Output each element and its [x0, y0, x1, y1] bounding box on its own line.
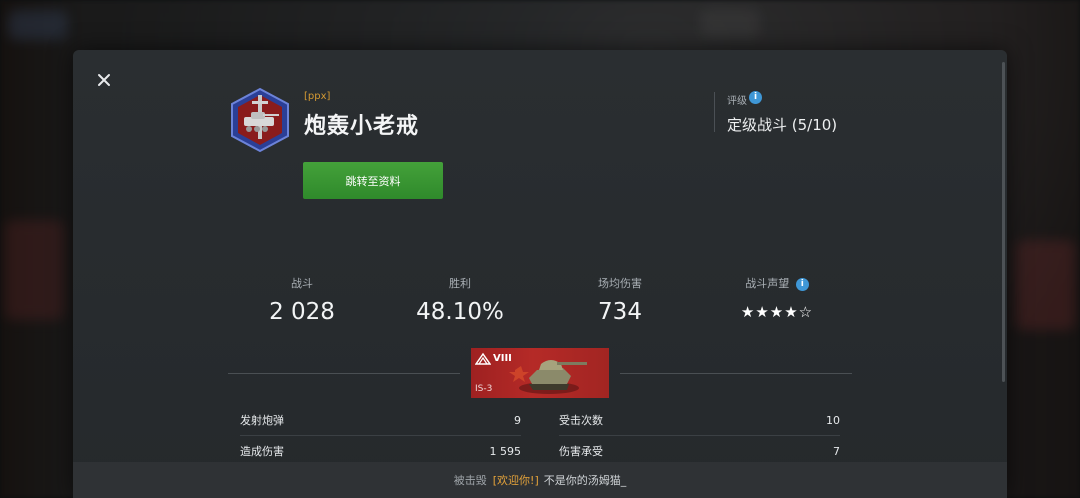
stat-avg-damage: 场均伤害 734 [570, 275, 670, 325]
go-to-profile-button[interactable]: 跳转至资料 [303, 162, 443, 199]
message-clan-tag: [欢迎你!] [492, 474, 539, 487]
background-shape [1015, 240, 1075, 330]
stat-value: 2 028 [269, 299, 335, 325]
message-prefix: 被击毁 [453, 474, 487, 487]
close-button[interactable] [94, 70, 114, 90]
player-name: 炮轰小老戒 [304, 114, 420, 139]
stat-label: 场均伤害 [598, 277, 642, 290]
stat-label: 胜利 [449, 277, 471, 290]
detail-value: 10 [826, 413, 840, 427]
stat-battle-prestige: 战斗声望 i ★★★★☆ [722, 275, 832, 321]
background-shape [700, 8, 760, 38]
detail-row: 受击次数 10 [559, 405, 840, 435]
prestige-stars: ★★★★☆ [740, 303, 814, 321]
divider [228, 373, 460, 374]
detail-value: 1 595 [489, 444, 522, 458]
tank-card[interactable]: VIII IS-3 [471, 348, 609, 398]
stat-label: 战斗声望 [745, 277, 790, 290]
background-shape [5, 220, 65, 320]
stat-label: 战斗 [291, 277, 313, 290]
stat-value: 734 [598, 299, 642, 325]
tank-tier: VIII [493, 353, 512, 364]
battle-message-bar: 被击毁 [欢迎你!] 不是你的汤姆猫_ [73, 462, 1007, 498]
detail-label: 造成伤害 [240, 445, 284, 458]
stat-battles: 战斗 2 028 [252, 275, 352, 325]
background-shape [8, 10, 68, 40]
divider [714, 92, 715, 132]
info-icon[interactable]: i [749, 91, 762, 104]
rating-label: 评级 [727, 96, 747, 107]
rating-value: 定级战斗 (5/10) [727, 116, 838, 134]
divider [620, 373, 852, 374]
message-player-name: 不是你的汤姆猫_ [543, 474, 627, 487]
close-icon [98, 74, 110, 86]
scrollbar[interactable] [1002, 62, 1005, 382]
clan-emblem-icon [229, 87, 291, 153]
stat-win-rate: 胜利 48.10% [400, 275, 520, 325]
detail-row: 发射炮弹 9 [240, 405, 521, 435]
heavy-tank-icon [475, 352, 491, 365]
player-stats-dialog [73, 50, 1007, 498]
detail-label: 发射炮弹 [240, 414, 284, 427]
detail-value: 9 [514, 413, 521, 427]
tank-name: IS-3 [475, 384, 493, 394]
detail-label: 受击次数 [559, 414, 603, 427]
detail-label: 伤害承受 [559, 445, 603, 458]
clan-tag[interactable]: [ppx] [304, 91, 330, 102]
stat-value: 48.10% [416, 299, 504, 325]
detail-value: 7 [833, 444, 840, 458]
info-icon[interactable]: i [795, 277, 809, 291]
